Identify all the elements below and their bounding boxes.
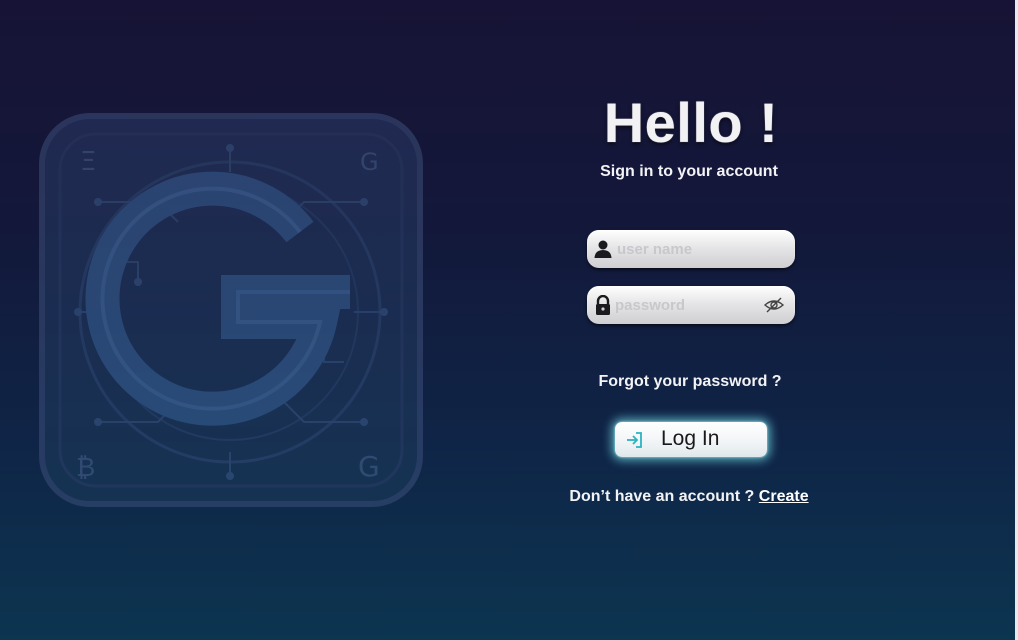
app-logo: Ξ G ₿ G [38,112,424,508]
username-field[interactable] [587,230,795,268]
create-account-link[interactable]: Create [759,488,809,505]
username-input[interactable] [617,234,767,264]
lock-icon [593,294,613,315]
page-subtitle: Sign in to your account [600,163,778,180]
login-button[interactable]: Log In [615,422,767,457]
login-button-label: Log In [661,427,720,450]
password-field[interactable] [587,286,795,324]
sign-in-icon [625,430,645,450]
login-page: Ξ G ₿ G Hello ! Sign in to your account … [0,0,1018,640]
signup-prompt: Don’t have an account ? [569,488,755,505]
password-input[interactable] [615,290,765,320]
svg-text:G: G [360,148,379,176]
svg-text:₿: ₿ [76,453,95,483]
page-title: Hello ! [603,91,779,154]
svg-text:Ξ: Ξ [80,147,96,177]
signup-row: Don’t have an account ? Create [540,488,838,506]
forgot-password-link[interactable]: Forgot your password ? [560,373,820,391]
user-icon [593,239,613,259]
eye-slash-icon[interactable] [763,294,785,316]
svg-text:G: G [358,450,380,483]
